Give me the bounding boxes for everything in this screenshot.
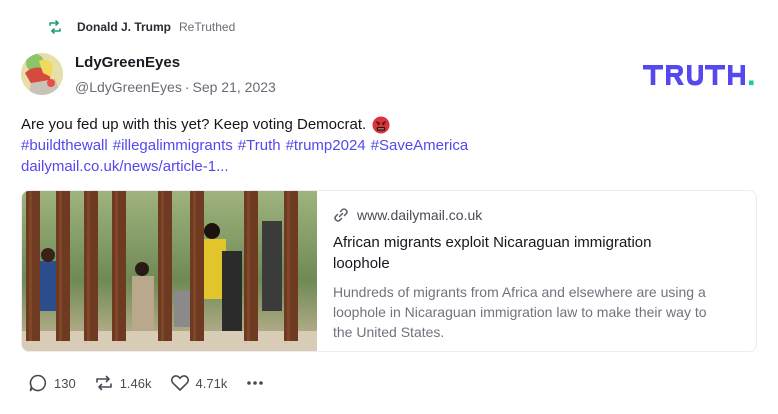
hashtags: #buildthewall #illegalimmigrants #Truth #tr… <box>21 135 741 156</box>
card-domain-row: www.dailymail.co.uk <box>333 207 736 223</box>
article-thumbnail <box>22 191 317 351</box>
retruth-count: 1.46k <box>119 375 152 391</box>
post-link[interactable]: dailymail.co.uk/news/article-1... <box>21 156 741 177</box>
hashtag-link[interactable]: #trump2024 <box>286 137 366 154</box>
reply-button[interactable]: 130 <box>28 373 76 393</box>
more-icon <box>247 381 264 385</box>
truth-logo <box>643 65 754 86</box>
reply-count: 130 <box>54 375 76 391</box>
link-icon <box>334 208 348 222</box>
meta-separator: · <box>184 79 190 95</box>
card-info: www.dailymail.co.uk African migrants exp… <box>317 191 756 351</box>
like-button[interactable]: 4.71k <box>170 373 228 393</box>
action-bar: 130 1.46k 4.71k <box>28 373 283 393</box>
post-body: Are you fed up with this yet? Keep votin… <box>21 114 741 177</box>
retruth-banner: Donald J. Trump ReTruthed <box>47 19 235 35</box>
heart-icon <box>170 375 189 391</box>
retruth-user-link[interactable]: Donald J. Trump <box>77 20 171 34</box>
retruth-label: ReTruthed <box>179 20 236 34</box>
hashtag-link[interactable]: #Truth <box>238 137 281 154</box>
like-count: 4.71k <box>195 375 228 391</box>
reply-icon <box>29 374 47 392</box>
hashtag-link[interactable]: #SaveAmerica <box>371 137 469 154</box>
card-description: Hundreds of migrants from Africa and els… <box>333 284 707 340</box>
link-preview-card[interactable]: www.dailymail.co.uk African migrants exp… <box>21 190 757 352</box>
post-header: LdyGreenEyes @LdyGreenEyes · Sep 21, 2023 <box>21 53 276 96</box>
post-text: Are you fed up with this yet? Keep votin… <box>21 116 367 133</box>
author-meta: @LdyGreenEyes · Sep 21, 2023 <box>75 78 276 96</box>
card-domain: www.dailymail.co.uk <box>357 207 483 223</box>
post-date[interactable]: Sep 21, 2023 <box>193 79 276 95</box>
hashtag-link[interactable]: #buildthewall <box>21 137 108 154</box>
avatar[interactable] <box>21 53 63 95</box>
angry-cursing-face-emoji <box>372 116 390 133</box>
retruth-button[interactable]: 1.46k <box>94 373 152 393</box>
retruth-icon <box>49 20 61 34</box>
card-title: African migrants exploit Nicaraguan immi… <box>333 234 652 272</box>
author-handle[interactable]: @LdyGreenEyes <box>75 79 182 95</box>
retruth-icon <box>95 375 112 391</box>
author-name[interactable]: LdyGreenEyes <box>75 54 276 72</box>
hashtag-link[interactable]: #illegalimmigrants <box>113 137 233 154</box>
more-options-button[interactable] <box>245 373 265 393</box>
